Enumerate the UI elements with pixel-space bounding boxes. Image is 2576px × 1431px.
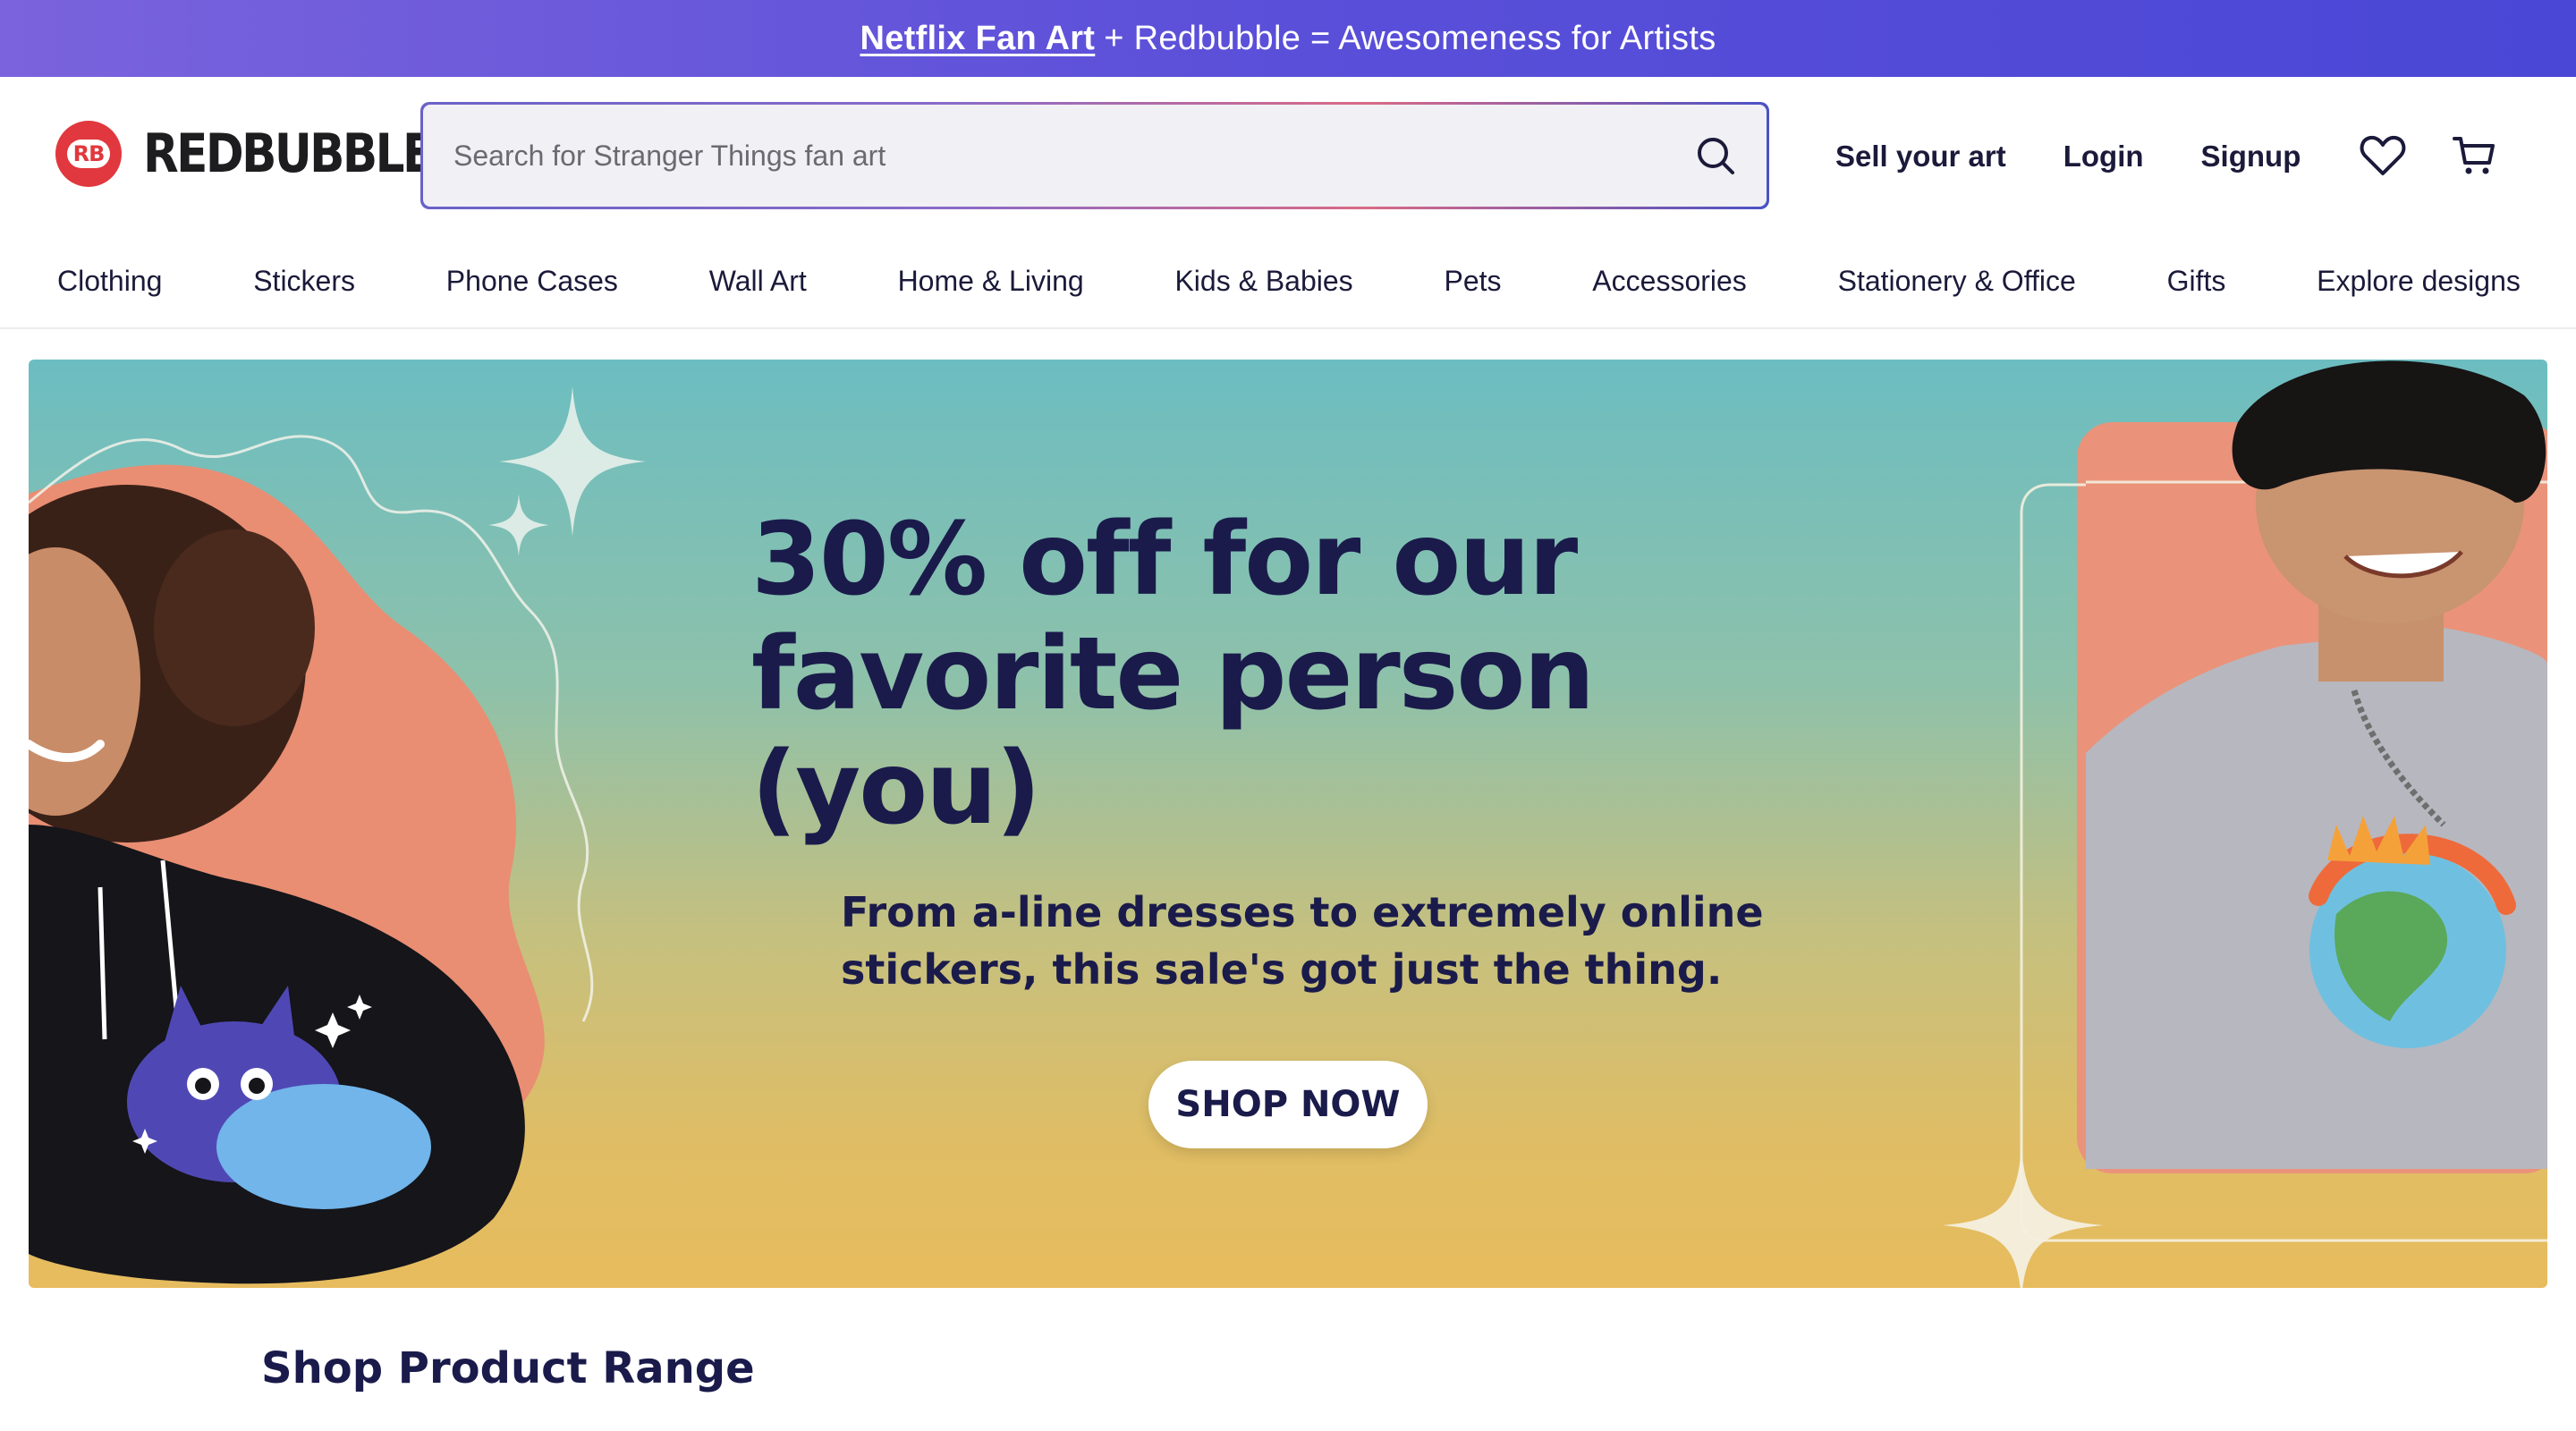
nav-gifts[interactable]: Gifts xyxy=(2167,265,2226,298)
cart-button[interactable] xyxy=(2449,131,2499,181)
search-input[interactable] xyxy=(453,139,1691,173)
shop-now-button[interactable]: SHOP NOW xyxy=(1148,1061,1428,1148)
hero-title: 30% off for our favorite person (you) xyxy=(751,502,1595,847)
nav-accessories[interactable]: Accessories xyxy=(1592,265,1747,298)
logo-mark-letters: RB xyxy=(67,140,110,168)
nav-pets[interactable]: Pets xyxy=(1444,265,1501,298)
nav-phone-cases[interactable]: Phone Cases xyxy=(446,265,618,298)
category-nav: Clothing Stickers Phone Cases Wall Art H… xyxy=(0,234,2576,329)
promo-text: + Redbubble = Awesomeness for Artists xyxy=(1104,19,1716,57)
nav-kids-babies[interactable]: Kids & Babies xyxy=(1174,265,1352,298)
sparkle-bottom-right xyxy=(1943,1147,2104,1288)
heart-icon xyxy=(2360,135,2406,175)
logo-mark-icon: RB xyxy=(55,121,122,187)
shop-product-range-heading: Shop Product Range xyxy=(261,1343,755,1393)
site-header: RB REDBUBBLE Sell your art Login Signup xyxy=(0,77,2576,234)
search-bar xyxy=(420,102,1769,209)
search-field-wrapper xyxy=(423,105,1767,207)
signup-link[interactable]: Signup xyxy=(2201,140,2301,174)
search-icon xyxy=(1698,138,1734,174)
nav-wall-art[interactable]: Wall Art xyxy=(709,265,807,298)
nav-clothing[interactable]: Clothing xyxy=(57,265,162,298)
header-links: Sell your art Login Signup xyxy=(1835,134,2358,179)
favorites-button[interactable] xyxy=(2358,131,2408,181)
sell-your-art-link[interactable]: Sell your art xyxy=(1835,140,2006,174)
hero-subtitle: From a-line dresses to extremely online … xyxy=(841,888,1764,994)
nav-home-living[interactable]: Home & Living xyxy=(898,265,1084,298)
promo-banner: Netflix Fan Art + Redbubble = Awesomenes… xyxy=(0,0,2576,77)
netflix-fan-art-link[interactable]: Netflix Fan Art xyxy=(860,20,1095,58)
hero-banner[interactable]: 30% off for our favorite person (you) Fr… xyxy=(29,360,2547,1288)
cart-icon xyxy=(2453,137,2495,174)
nav-stickers[interactable]: Stickers xyxy=(253,265,355,298)
search-button[interactable] xyxy=(1691,131,1740,180)
logo-wordmark: REDBUBBLE xyxy=(143,123,434,185)
login-link[interactable]: Login xyxy=(2063,140,2144,174)
nav-explore-designs[interactable]: Explore designs xyxy=(2317,265,2521,298)
header-icons xyxy=(2358,131,2540,181)
nav-stationery-office[interactable]: Stationery & Office xyxy=(1838,265,2076,298)
redbubble-logo[interactable]: RB REDBUBBLE xyxy=(55,118,479,190)
